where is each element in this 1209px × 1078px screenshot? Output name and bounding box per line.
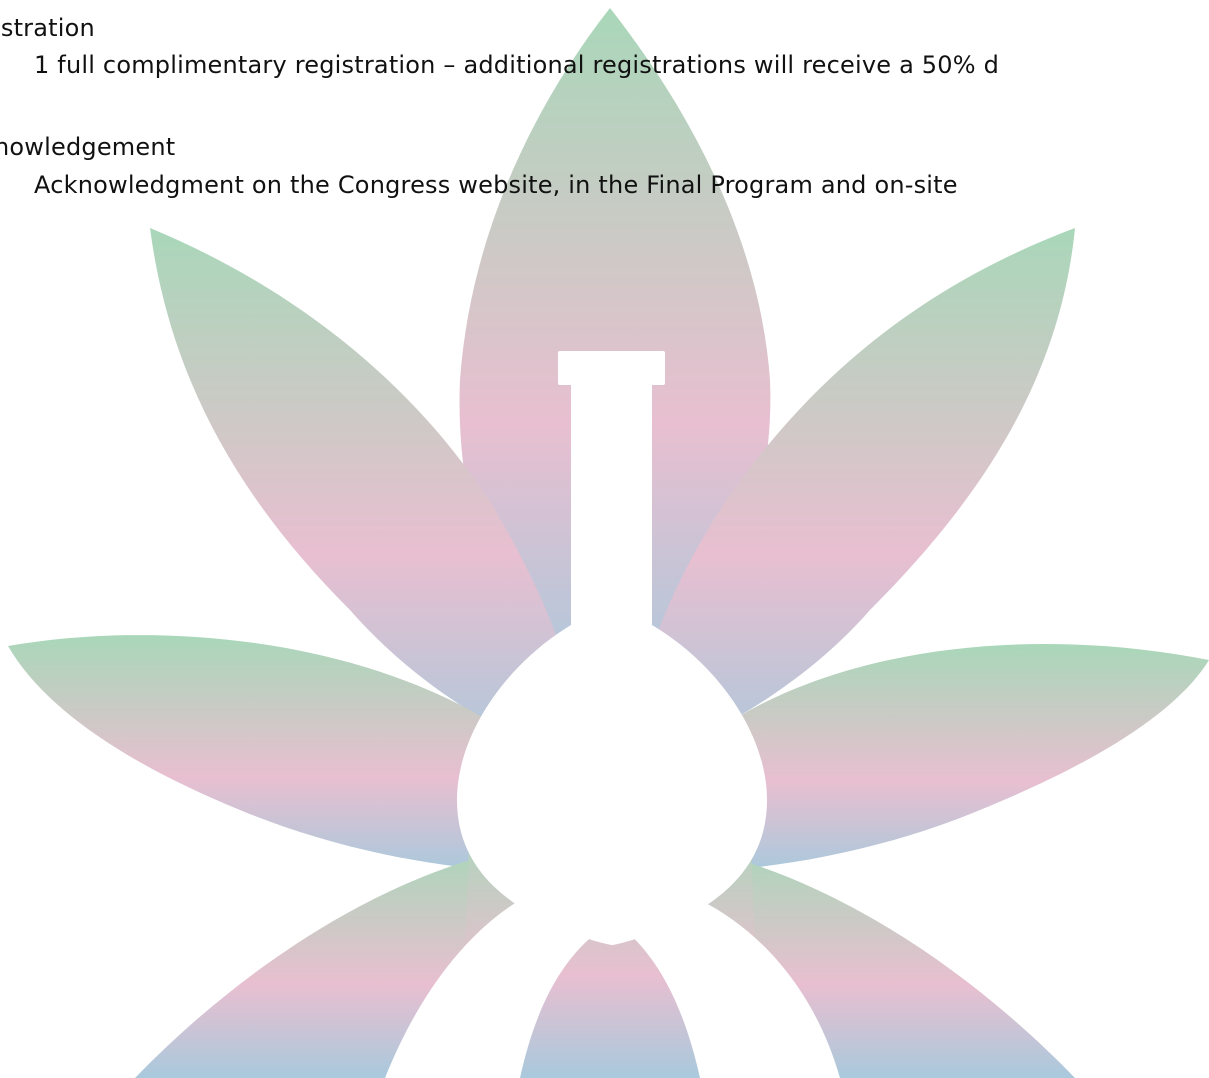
registration-detail: 1 full complimentary registration – addi… — [34, 51, 1000, 79]
sponsorship-page: istration 1 full complimentary registrat… — [0, 0, 1209, 1078]
benefits-text: istration 1 full complimentary registrat… — [0, 0, 1209, 1078]
acknowledgement-detail: Acknowledgment on the Congress website, … — [34, 171, 958, 199]
acknowledgement-heading: nowledgement — [0, 133, 176, 161]
registration-heading: istration — [0, 14, 95, 42]
